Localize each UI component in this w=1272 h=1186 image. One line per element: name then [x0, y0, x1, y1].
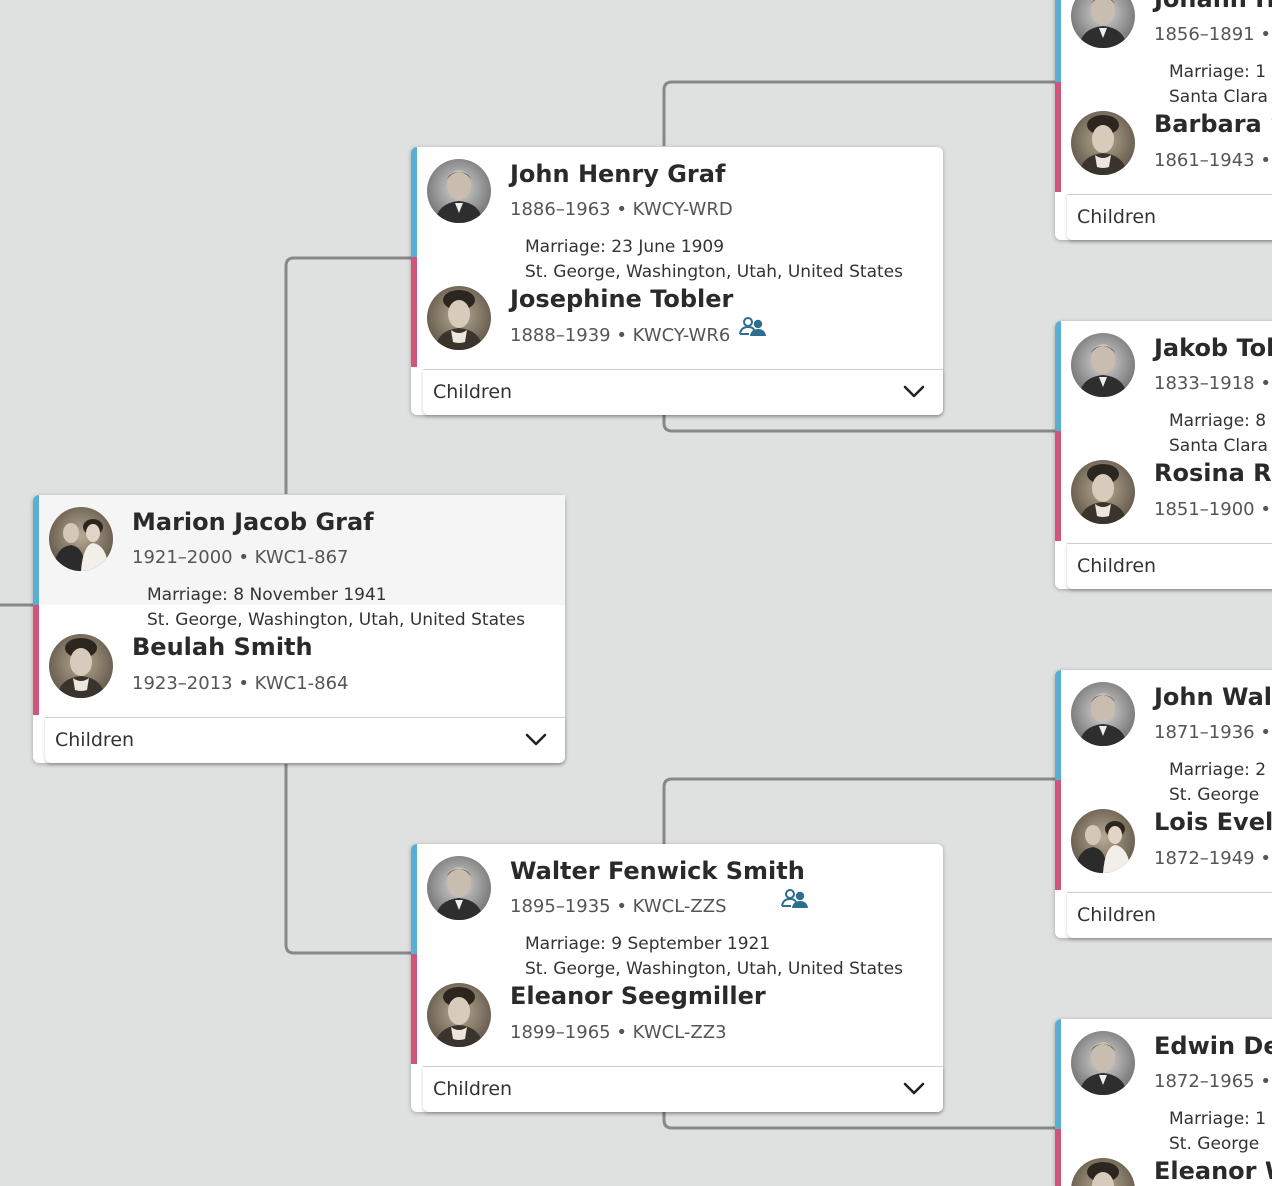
marriage-place: St. George, Washington, Utah, United Sta… — [147, 610, 525, 630]
marriage-info: Marriage: 8 November 1941 St. George, Wa… — [147, 583, 525, 633]
children-toggle[interactable]: Children — [423, 369, 943, 415]
children-label: Children — [55, 729, 135, 751]
person-photo-avatar[interactable] — [427, 856, 491, 920]
couple-block: Marion Jacob Graf 1921–2000 • KWC1-867 B… — [33, 495, 565, 715]
marriage-date: Marriage: 9 September 1921 — [525, 934, 771, 954]
children-toggle[interactable]: Children — [1067, 543, 1272, 589]
person-name[interactable]: John Walt — [1154, 683, 1272, 711]
children-toggle[interactable]: Children — [423, 1066, 943, 1112]
chevron-down-icon[interactable] — [903, 1082, 925, 1096]
person-photo-avatar[interactable] — [1071, 333, 1135, 397]
person-lifespan-id: 1888–1939 • KWCY-WR6 — [510, 325, 731, 346]
family-card[interactable]: Jakob Tob 1833–1918 • Rosina Re 1851–190… — [1055, 321, 1272, 589]
marriage-date: Marriage: 1 — [1169, 1109, 1267, 1129]
person-name[interactable]: Rosina Re — [1154, 459, 1272, 487]
person-photo-avatar[interactable] — [1071, 0, 1135, 48]
family-card[interactable]: Walter Fenwick Smith 1895–1935 • KWCL-ZZ… — [411, 844, 943, 1112]
children-label: Children — [1077, 206, 1157, 228]
family-card[interactable]: Edwin Dee 1872–1965 • Eleanor W Marriage… — [1055, 1019, 1272, 1186]
family-card[interactable]: John Henry Graf 1886–1963 • KWCY-WRD Jos… — [411, 147, 943, 415]
couple-block: John Henry Graf 1886–1963 • KWCY-WRD Jos… — [411, 147, 943, 367]
marriage-place: St. George — [1169, 785, 1260, 805]
person-lifespan-id: 1833–1918 • — [1154, 373, 1271, 394]
person-name[interactable]: Eleanor Seegmiller — [510, 982, 766, 1010]
person-photo-avatar[interactable] — [1071, 1158, 1135, 1186]
marriage-date: Marriage: 8 — [1169, 411, 1267, 431]
person-lifespan-id: 1871–1936 • — [1154, 722, 1271, 743]
children-label: Children — [433, 381, 513, 403]
person-lifespan-id: 1851–1900 • — [1154, 499, 1271, 520]
person-photo-avatar[interactable] — [1071, 111, 1135, 175]
person-photo-avatar[interactable] — [49, 507, 113, 571]
person-photo-avatar[interactable] — [1071, 460, 1135, 524]
children-label: Children — [1077, 555, 1157, 577]
children-toggle[interactable]: Children — [45, 717, 565, 763]
children-label: Children — [1077, 904, 1157, 926]
possible-duplicates-icon[interactable] — [781, 888, 809, 910]
chevron-down-icon[interactable] — [903, 385, 925, 399]
marriage-info: Marriage: 1 Santa Clara — [1169, 60, 1268, 110]
person-photo-avatar[interactable] — [427, 983, 491, 1047]
couple-block: Edwin Dee 1872–1965 • Eleanor W Marriage… — [1055, 1019, 1272, 1186]
person-name[interactable]: Josephine Tobler — [510, 285, 733, 313]
person-lifespan-id: 1895–1935 • KWCL-ZZS — [510, 896, 727, 917]
person-name[interactable]: Lois Evely — [1154, 808, 1272, 836]
couple-block: John Walt 1871–1936 • Lois Evely 1872–19… — [1055, 670, 1272, 890]
family-card[interactable]: John Walt 1871–1936 • Lois Evely 1872–19… — [1055, 670, 1272, 938]
person-name[interactable]: Marion Jacob Graf — [132, 508, 374, 536]
person-lifespan-id: 1921–2000 • KWC1-867 — [132, 547, 349, 568]
person-name[interactable]: John Henry Graf — [510, 160, 725, 188]
marriage-place: St. George, Washington, Utah, United Sta… — [525, 262, 903, 282]
person-photo-avatar[interactable] — [427, 286, 491, 350]
marriage-date: Marriage: 23 June 1909 — [525, 237, 725, 257]
person-name[interactable]: Jakob Tob — [1154, 334, 1272, 362]
person-photo-avatar[interactable] — [49, 634, 113, 698]
person-photo-avatar[interactable] — [1071, 809, 1135, 873]
person-name[interactable]: Johann He — [1154, 0, 1272, 13]
person-lifespan-id: 1899–1965 • KWCL-ZZ3 — [510, 1022, 727, 1043]
person-photo-avatar[interactable] — [1071, 1031, 1135, 1095]
person-name[interactable]: Eleanor W — [1154, 1157, 1272, 1185]
marriage-place: Santa Clara — [1169, 436, 1268, 456]
person-name[interactable]: Beulah Smith — [132, 633, 313, 661]
person-photo-avatar[interactable] — [427, 159, 491, 223]
couple-block: Jakob Tob 1833–1918 • Rosina Re 1851–190… — [1055, 321, 1272, 541]
marriage-date: Marriage: 1 — [1169, 62, 1267, 82]
marriage-place: St. George — [1169, 1134, 1260, 1154]
person-name[interactable]: Edwin Dee — [1154, 1032, 1272, 1060]
person-name[interactable]: Walter Fenwick Smith — [510, 857, 805, 885]
person-lifespan-id: 1861–1943 • — [1154, 150, 1271, 171]
person-lifespan-id: 1872–1965 • — [1154, 1071, 1271, 1092]
marriage-info: Marriage: 1 St. George — [1169, 1107, 1266, 1157]
marriage-date: Marriage: 8 November 1941 — [147, 585, 387, 605]
marriage-place: Santa Clara — [1169, 87, 1268, 107]
children-label: Children — [433, 1078, 513, 1100]
family-card[interactable]: Marion Jacob Graf 1921–2000 • KWC1-867 B… — [33, 495, 565, 763]
marriage-info: Marriage: 9 September 1921 St. George, W… — [525, 932, 903, 982]
children-toggle[interactable]: Children — [1067, 892, 1272, 938]
person-lifespan-id: 1923–2013 • KWC1-864 — [132, 673, 349, 694]
marriage-info: Marriage: 23 June 1909 St. George, Washi… — [525, 235, 903, 285]
marriage-place: St. George, Washington, Utah, United Sta… — [525, 959, 903, 979]
person-lifespan-id: 1886–1963 • KWCY-WRD — [510, 199, 733, 220]
marriage-info: Marriage: 8 Santa Clara — [1169, 409, 1268, 459]
person-name[interactable]: Barbara S — [1154, 110, 1272, 138]
children-toggle[interactable]: Children — [1067, 194, 1272, 240]
possible-duplicates-icon[interactable] — [739, 316, 767, 338]
person-lifespan-id: 1872–1949 • — [1154, 848, 1271, 869]
chevron-down-icon[interactable] — [525, 733, 547, 747]
marriage-date: Marriage: 2 — [1169, 760, 1267, 780]
couple-block: Walter Fenwick Smith 1895–1935 • KWCL-ZZ… — [411, 844, 943, 1064]
marriage-info: Marriage: 2 St. George — [1169, 758, 1266, 808]
person-lifespan-id: 1856–1891 • — [1154, 24, 1271, 45]
family-card[interactable]: Johann He 1856–1891 • Barbara S 1861–194… — [1055, 0, 1272, 240]
couple-block: Johann He 1856–1891 • Barbara S 1861–194… — [1055, 0, 1272, 192]
person-photo-avatar[interactable] — [1071, 682, 1135, 746]
